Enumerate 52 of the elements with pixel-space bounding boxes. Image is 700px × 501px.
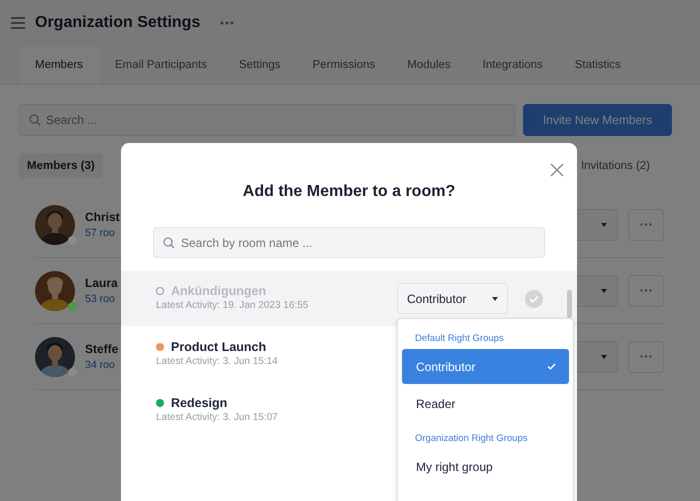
more-button[interactable]	[628, 340, 664, 372]
caret-icon	[601, 288, 607, 292]
room-name: Ankündigungen	[171, 284, 266, 298]
invite-button[interactable]: Invite New Members	[523, 104, 672, 136]
check-circle-icon[interactable]	[525, 290, 543, 308]
more-button[interactable]	[628, 274, 664, 306]
filter-tab[interactable]: Invitations (2)	[576, 153, 654, 178]
more-icon	[640, 355, 652, 358]
menu-option[interactable]: My right group	[402, 449, 569, 484]
menu-icon[interactable]	[11, 16, 25, 30]
tab[interactable]: Email Participants	[98, 46, 223, 84]
scrollbar[interactable]	[567, 290, 572, 318]
search-field[interactable]: Search ...	[19, 104, 515, 136]
tab[interactable]: Integrations	[466, 46, 559, 84]
page-title: Organization Settings	[35, 14, 200, 32]
menu-heading: Organization Right Groups	[414, 432, 528, 446]
close-button[interactable]	[550, 163, 564, 177]
room-item[interactable]: Ankündigungen Latest Activity: 19. Jan 2023 16:55 Contributor	[121, 271, 577, 326]
dialog-title: Add the Member to a room?	[242, 182, 456, 202]
more-icon[interactable]	[220, 21, 234, 25]
room-activity: Latest Activity: 3. Jun 15:07	[156, 412, 278, 422]
room-search-field[interactable]: Search by room name ...	[153, 227, 545, 258]
room-activity: Latest Activity: 3. Jun 15:14	[156, 356, 278, 366]
room-count: 53 roo	[85, 293, 116, 305]
member-name: Steffe	[85, 342, 118, 356]
room-name: Product Launch	[171, 340, 266, 354]
room-name: Redesign	[171, 396, 228, 410]
caret-icon	[492, 296, 498, 300]
member-name: Christ	[85, 210, 120, 224]
member-name: Laura	[85, 276, 118, 290]
check-icon	[547, 363, 556, 370]
tab[interactable]: Settings	[222, 46, 297, 84]
caret-icon	[601, 222, 607, 226]
more-icon	[640, 289, 652, 292]
caret-icon	[601, 354, 607, 358]
room-count: 57 roo	[85, 227, 116, 239]
tab[interactable]: Members	[19, 46, 99, 84]
room-activity: Latest Activity: 19. Jan 2023 16:55	[156, 300, 308, 311]
tab[interactable]: Statistics	[558, 46, 637, 84]
more-button[interactable]	[628, 208, 664, 240]
tab[interactable]: Permissions	[296, 46, 392, 84]
role-select[interactable]: Contributor	[397, 283, 508, 314]
room-count: 34 roo	[85, 359, 116, 371]
close-icon	[550, 163, 564, 177]
menu-heading: Default Right Groups	[414, 332, 505, 346]
filter-tab[interactable]: Members (3)	[19, 153, 103, 178]
tab[interactable]: Modules	[391, 46, 467, 84]
room-item[interactable]: Redesign Latest Activity: 3. Jun 15:07	[121, 382, 387, 438]
more-icon	[640, 223, 652, 226]
menu-option[interactable]: Reader	[402, 386, 569, 421]
menu-option[interactable]: Contributor	[402, 349, 569, 384]
room-item[interactable]: Product Launch Latest Activity: 3. Jun 15:14	[121, 326, 387, 382]
